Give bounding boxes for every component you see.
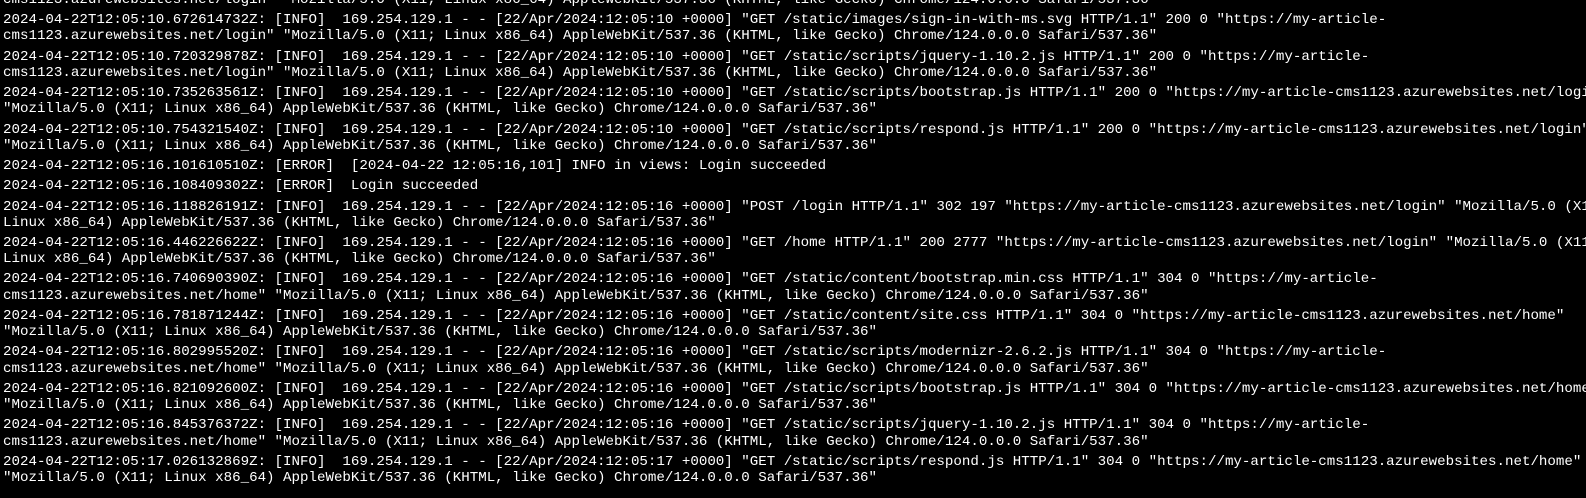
- log-line: "Mozilla/5.0 (X11; Linux x86_64) AppleWe…: [3, 101, 878, 118]
- log-entry: 2024-04-22T12:05:10.754321540Z: [INFO] 1…: [3, 122, 1586, 155]
- log-entry: 2024-04-22T12:05:16.845376372Z: [INFO] 1…: [3, 417, 1586, 450]
- log-line: cms1123.azurewebsites.net/home" "Mozilla…: [3, 287, 1149, 304]
- log-line: 2024-04-22T12:05:16.118826191Z: [INFO] 1…: [3, 198, 1586, 215]
- log-entry: 2024-04-22T12:05:17.026132869Z: [INFO] 1…: [3, 454, 1586, 487]
- log-entry: cms1123.azurewebsites.net/login" "Mozill…: [3, 0, 1586, 8]
- log-entry: 2024-04-22T12:05:10.720329878Z: [INFO] 1…: [3, 49, 1586, 82]
- log-line: "Mozilla/5.0 (X11; Linux x86_64) AppleWe…: [3, 470, 878, 487]
- log-line: cms1123.azurewebsites.net/home" "Mozilla…: [3, 360, 1149, 377]
- log-line: 2024-04-22T12:05:10.720329878Z: [INFO] 1…: [3, 48, 1370, 65]
- log-line: 2024-04-22T12:05:17.026132869Z: [INFO] 1…: [3, 453, 1582, 470]
- log-line: 2024-04-22T12:05:10.735263561Z: [INFO] 1…: [3, 85, 1586, 102]
- log-output: cms1123.azurewebsites.net/login" "Mozill…: [3, 0, 1586, 490]
- log-line: Linux x86_64) AppleWebKit/537.36 (KHTML,…: [3, 251, 716, 268]
- log-entry: 2024-04-22T12:05:16.802995520Z: [INFO] 1…: [3, 344, 1586, 377]
- log-line: 2024-04-22T12:05:16.108409302Z: [ERROR] …: [3, 178, 479, 195]
- log-entry: 2024-04-22T12:05:16.781871244Z: [INFO] 1…: [3, 308, 1586, 341]
- log-entry: 2024-04-22T12:05:16.101610510Z: [ERROR] …: [3, 158, 1586, 174]
- log-line: 2024-04-22T12:05:16.101610510Z: [ERROR] …: [3, 158, 827, 175]
- log-line: 2024-04-22T12:05:16.446226622Z: [INFO] 1…: [3, 234, 1586, 251]
- log-entry: 2024-04-22T12:05:16.740690390Z: [INFO] 1…: [3, 271, 1586, 304]
- log-entry: 2024-04-22T12:05:16.446226622Z: [INFO] 1…: [3, 235, 1586, 268]
- log-line: 2024-04-22T12:05:16.740690390Z: [INFO] 1…: [3, 271, 1378, 288]
- log-line: Linux x86_64) AppleWebKit/537.36 (KHTML,…: [3, 214, 716, 231]
- log-line: 2024-04-22T12:05:16.845376372Z: [INFO] 1…: [3, 417, 1370, 434]
- log-line: "Mozilla/5.0 (X11; Linux x86_64) AppleWe…: [3, 397, 878, 414]
- log-line: cms1123.azurewebsites.net/login" "Mozill…: [3, 0, 1158, 8]
- log-line: 2024-04-22T12:05:16.781871244Z: [INFO] 1…: [3, 307, 1565, 324]
- log-line: cms1123.azurewebsites.net/login" "Mozill…: [3, 64, 1158, 81]
- log-line: cms1123.azurewebsites.net/home" "Mozilla…: [3, 433, 1149, 450]
- log-line: 2024-04-22T12:05:10.672614732Z: [INFO] 1…: [3, 12, 1387, 29]
- log-line: 2024-04-22T12:05:16.802995520Z: [INFO] 1…: [3, 344, 1387, 361]
- log-entry: 2024-04-22T12:05:16.821092600Z: [INFO] 1…: [3, 381, 1586, 414]
- log-entry: 2024-04-22T12:05:10.672614732Z: [INFO] 1…: [3, 12, 1586, 45]
- log-line: 2024-04-22T12:05:10.754321540Z: [INFO] 1…: [3, 121, 1586, 138]
- log-line: "Mozilla/5.0 (X11; Linux x86_64) AppleWe…: [3, 137, 878, 154]
- log-entry: 2024-04-22T12:05:10.735263561Z: [INFO] 1…: [3, 85, 1586, 118]
- log-line: cms1123.azurewebsites.net/login" "Mozill…: [3, 28, 1158, 45]
- log-line: 2024-04-22T12:05:16.821092600Z: [INFO] 1…: [3, 380, 1586, 397]
- log-line: "Mozilla/5.0 (X11; Linux x86_64) AppleWe…: [3, 324, 878, 341]
- log-entry: 2024-04-22T12:05:16.108409302Z: [ERROR] …: [3, 178, 1586, 194]
- log-entry: 2024-04-22T12:05:16.118826191Z: [INFO] 1…: [3, 199, 1586, 232]
- terminal-window[interactable]: cms1123.azurewebsites.net/login" "Mozill…: [0, 0, 1586, 498]
